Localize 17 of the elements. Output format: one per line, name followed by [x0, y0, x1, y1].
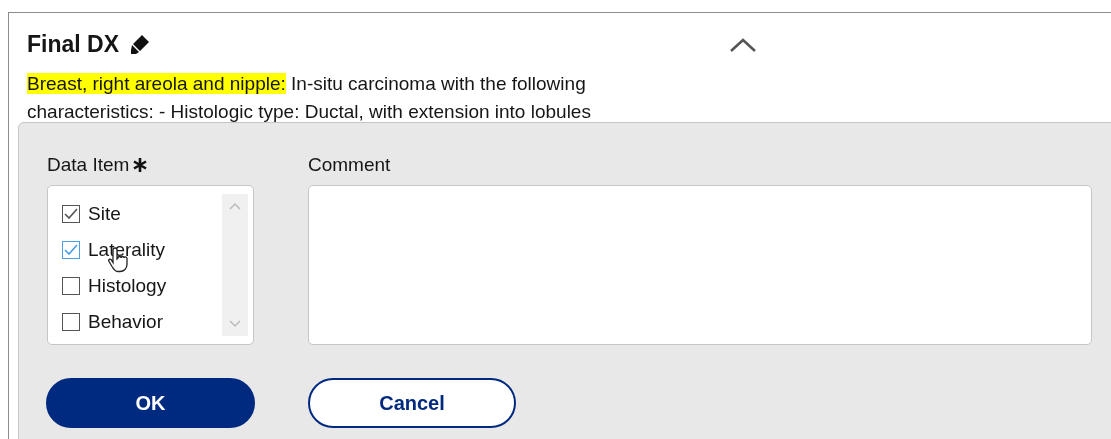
checkbox[interactable] [62, 313, 80, 332]
checkbox[interactable] [62, 204, 80, 223]
checkbox-label[interactable]: Behavior [88, 311, 163, 334]
chevron-up-icon[interactable] [729, 36, 757, 53]
comment-field[interactable] [308, 185, 1092, 345]
ok-button[interactable]: OK [46, 378, 255, 428]
checkbox[interactable] [62, 277, 80, 296]
checkbox-label[interactable]: Histology [88, 275, 167, 298]
cancel-button[interactable]: Cancel [308, 378, 516, 428]
checkbox-label[interactable]: Site [88, 202, 121, 225]
section-title: Final DX [27, 31, 119, 58]
field-label: Data Item [47, 154, 130, 176]
checkbox-label[interactable]: Laterality [88, 238, 166, 261]
field-label: Comment [308, 154, 391, 176]
diagnosis-text: Breast, right areola and nipple: In-situ carcinoma with the following characteristics: - Histologic type: Ductal, with extension into lobules [27, 72, 592, 124]
checkbox[interactable] [62, 240, 80, 259]
data-item-list[interactable]: Site Laterality Histology Behavior [47, 185, 254, 345]
